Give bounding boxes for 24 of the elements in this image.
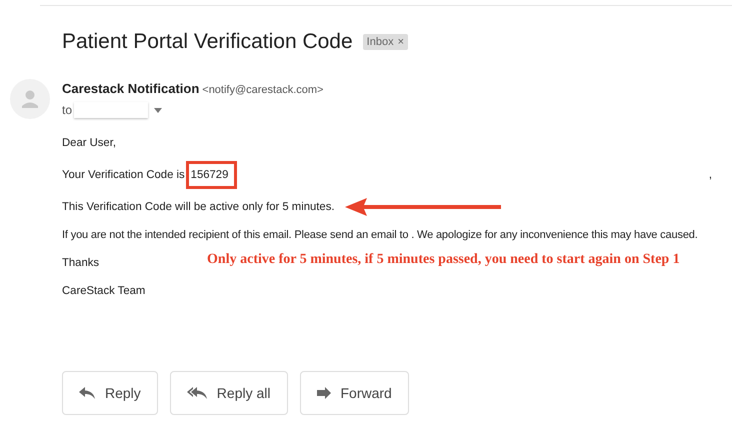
caret-icon[interactable] bbox=[154, 108, 162, 112]
validity-text: This Verification Code will be active only for 5 minutes. bbox=[62, 201, 335, 213]
greeting-text: Dear User, bbox=[62, 137, 116, 149]
to-label: to bbox=[62, 103, 72, 117]
email-subject: Patient Portal Verification Code bbox=[62, 30, 353, 54]
sender-email: <notify@carestack.com> bbox=[202, 84, 324, 96]
verification-code: 156729 bbox=[186, 161, 238, 189]
thanks-text: Thanks bbox=[62, 257, 100, 269]
label-text: Inbox bbox=[366, 36, 394, 48]
reply-all-button[interactable]: Reply all bbox=[170, 371, 288, 415]
disclaimer-text: If you are not the intended recipient of this email. Please send an email to . We apologize for any inconvenience this may have caused. bbox=[62, 229, 698, 241]
avatar-silhouette-icon bbox=[10, 79, 50, 119]
comma-text: , bbox=[708, 169, 712, 181]
sender-name: Carestack Notification bbox=[62, 81, 200, 96]
arrow-icon bbox=[344, 198, 501, 216]
reply-arrow-icon bbox=[79, 387, 95, 399]
double-reply-arrow-icon bbox=[186, 387, 207, 399]
reply-button[interactable]: Reply bbox=[62, 371, 158, 415]
remove-label-button[interactable]: × bbox=[398, 36, 404, 48]
annotation-text: Only active for 5 minutes, if 5 minutes passed, you need to start again on Step 1 bbox=[207, 252, 680, 268]
code-label-text: Your Verification Code is bbox=[62, 169, 185, 181]
forward-arrow-icon bbox=[316, 387, 330, 399]
forward-button[interactable]: Forward bbox=[300, 371, 409, 415]
signature-text: CareStack Team bbox=[62, 285, 146, 297]
